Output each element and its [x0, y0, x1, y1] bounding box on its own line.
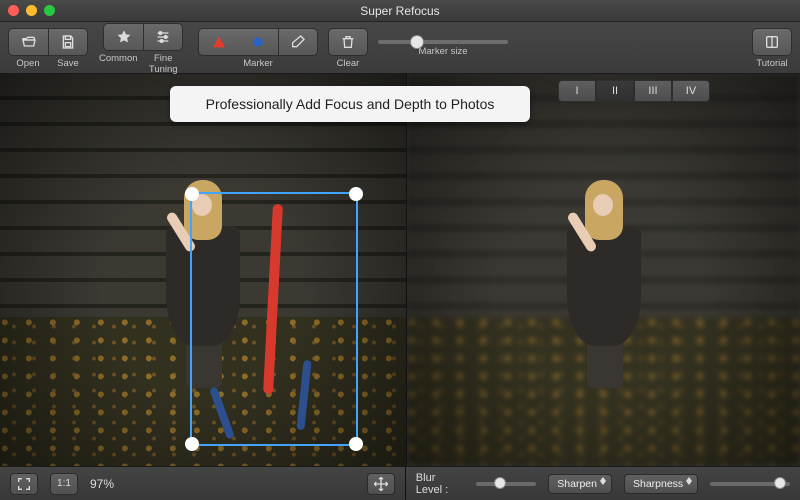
actual-size-button[interactable]: 1:1 — [50, 473, 78, 495]
window-titlebar: Super Refocus — [0, 0, 800, 22]
bottombar-left: 1:1 97% — [0, 467, 406, 500]
pan-button[interactable] — [367, 473, 395, 495]
mode-group: Common Fine Tuning — [98, 23, 188, 75]
preset-tab-1[interactable]: I — [558, 80, 596, 102]
blur-level-thumb[interactable] — [494, 477, 506, 489]
sharpen-dropdown[interactable]: Sharpen — [548, 474, 612, 494]
expand-icon — [16, 476, 32, 492]
trash-icon — [340, 34, 356, 50]
common-mode-button[interactable] — [103, 23, 143, 51]
marker-size-slider[interactable] — [378, 40, 508, 44]
preset-tab-4[interactable]: IV — [672, 80, 710, 102]
workspace: I II III IV — [0, 74, 800, 466]
sliders-icon — [155, 29, 171, 45]
clear-label: Clear — [337, 58, 360, 69]
star-icon — [116, 29, 132, 45]
selection-handle-br[interactable] — [349, 437, 363, 451]
selection-handle-bl[interactable] — [185, 437, 199, 451]
tutorial-button[interactable] — [752, 28, 792, 56]
save-label: Save — [48, 58, 88, 69]
blur-level-label: Blur Level : — [416, 472, 464, 496]
marker-erase-button[interactable] — [278, 28, 318, 56]
save-button[interactable] — [48, 28, 88, 56]
window-title: Super Refocus — [0, 4, 800, 18]
zoom-readout: 97% — [90, 477, 114, 491]
selection-handle-tr[interactable] — [349, 187, 363, 201]
fullscreen-button[interactable] — [10, 473, 38, 495]
marker-size-thumb[interactable] — [410, 35, 424, 49]
finetuning-label: Fine Tuning — [139, 53, 189, 75]
selection-handle-tl[interactable] — [185, 187, 199, 201]
open-button[interactable] — [8, 28, 48, 56]
source-pane[interactable] — [0, 74, 407, 466]
file-group: Open Save — [8, 28, 88, 69]
marker-background-button[interactable] — [238, 28, 278, 56]
clear-button[interactable] — [328, 28, 368, 56]
tutorial-label: Tutorial — [756, 58, 787, 69]
bottombar: 1:1 97% Blur Level : Sharpen Sharpness — [0, 466, 800, 500]
marker-foreground-button[interactable] — [198, 28, 238, 56]
subject-figure-preview — [559, 180, 649, 390]
floppy-icon — [60, 34, 76, 50]
marker-size-label: Marker size — [378, 46, 508, 57]
open-label: Open — [8, 58, 48, 69]
sharpness-thumb[interactable] — [774, 477, 786, 489]
blur-level-slider[interactable] — [476, 482, 537, 486]
ratio-label: 1:1 — [57, 478, 71, 489]
preset-tab-2[interactable]: II — [596, 80, 634, 102]
main-toolbar: Open Save Common Fine Tuning — [0, 22, 800, 74]
sharpness-slider[interactable] — [710, 482, 790, 486]
marker-label: Marker — [198, 58, 318, 69]
preset-tabs: I II III IV — [558, 80, 710, 102]
triangle-icon — [211, 34, 227, 50]
circle-icon — [250, 34, 266, 50]
promo-callout: Professionally Add Focus and Depth to Ph… — [170, 86, 530, 122]
common-label: Common — [98, 53, 139, 75]
preset-tab-3[interactable]: III — [634, 80, 672, 102]
tutorial-group: Tutorial — [752, 28, 792, 69]
folder-open-icon — [21, 34, 37, 50]
eraser-icon — [290, 34, 306, 50]
bottombar-right: Blur Level : Sharpen Sharpness — [406, 467, 800, 500]
marker-size-group: Marker size — [378, 40, 508, 57]
book-icon — [764, 34, 780, 50]
move-icon — [373, 476, 389, 492]
clear-group: Clear — [328, 28, 368, 69]
marker-group: Marker — [198, 28, 318, 69]
promo-text: Professionally Add Focus and Depth to Ph… — [206, 96, 495, 112]
finetuning-mode-button[interactable] — [143, 23, 183, 51]
sharpen-dropdown-value: Sharpen — [557, 478, 597, 490]
preview-pane[interactable]: I II III IV — [407, 74, 800, 466]
sharpness-dropdown-value: Sharpness — [633, 478, 683, 490]
sharpness-dropdown[interactable]: Sharpness — [624, 474, 698, 494]
